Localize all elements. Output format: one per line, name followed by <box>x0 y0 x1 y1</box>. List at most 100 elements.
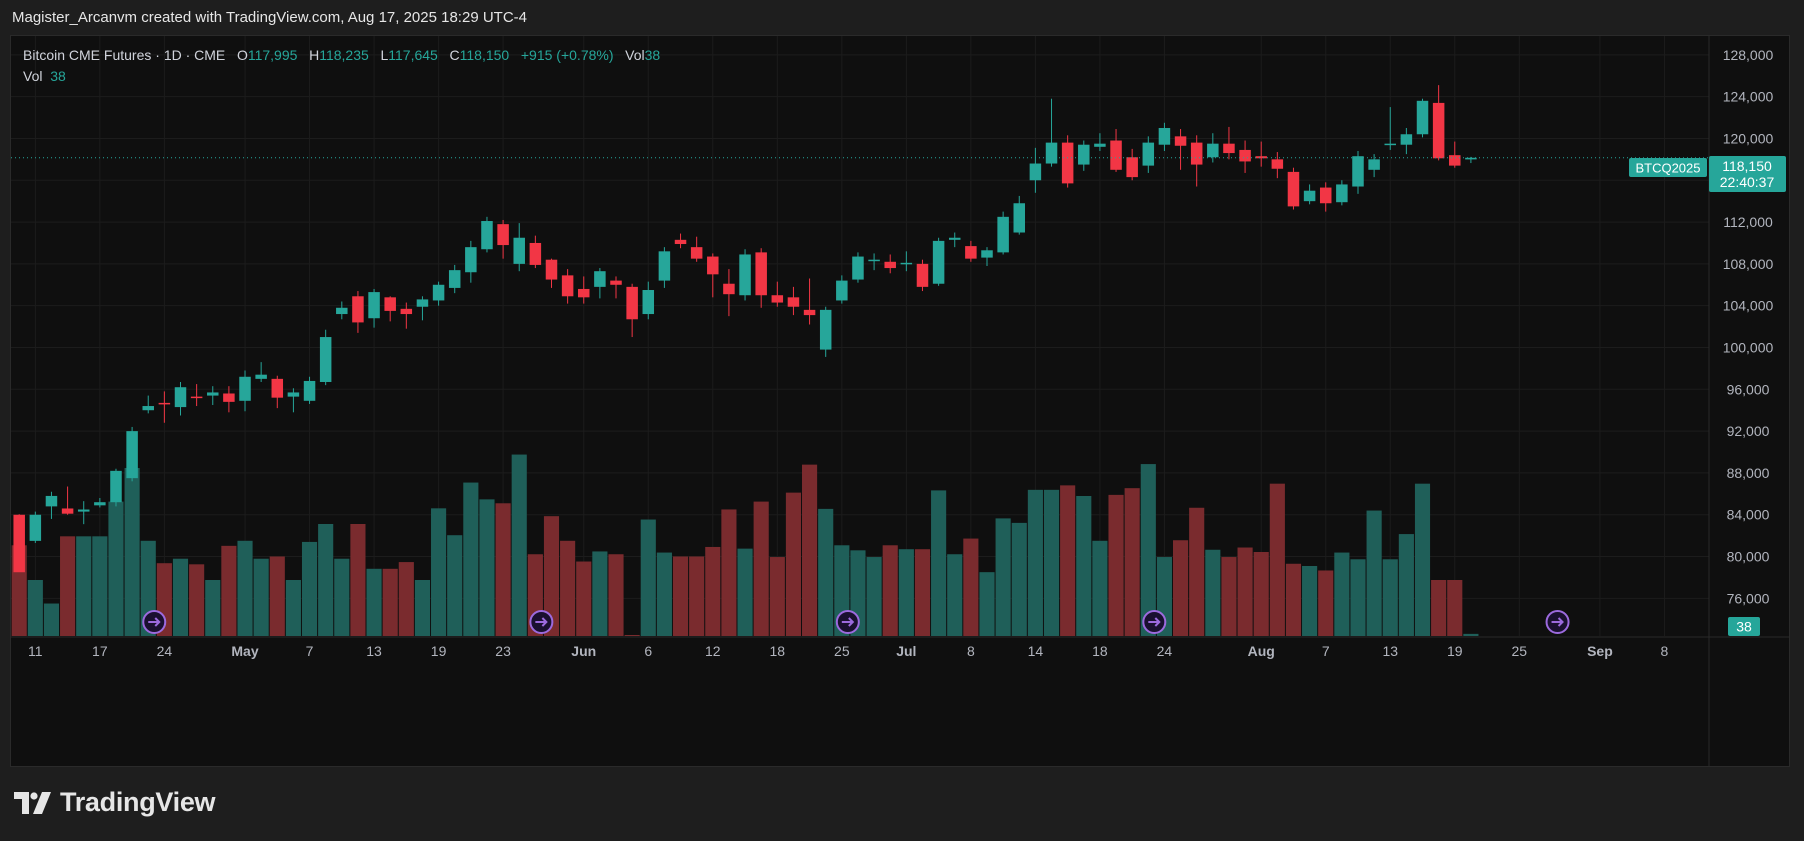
price-tick-label: 100,000 <box>1723 339 1774 355</box>
volume-value: 38 <box>644 47 661 63</box>
price-tick-label: 96,000 <box>1727 381 1770 397</box>
candle-body <box>1094 143 1106 147</box>
event-marker-icon[interactable] <box>1142 610 1167 634</box>
volume-bar <box>592 551 608 636</box>
time-tick-label: 12 <box>705 643 721 659</box>
candle-body <box>94 502 106 506</box>
candle-body <box>1465 157 1477 160</box>
candle-body <box>771 295 784 303</box>
candlestick-chart[interactable]: 128,000124,000120,000116,000112,000108,0… <box>11 36 1789 766</box>
close-label: C <box>449 47 460 63</box>
event-marker-icon[interactable] <box>835 610 860 634</box>
volume-bar <box>560 540 576 636</box>
price-tick-label: 104,000 <box>1723 298 1774 314</box>
volume-bar <box>1350 559 1366 636</box>
candle-body <box>997 216 1009 253</box>
candle-body <box>529 242 542 265</box>
time-tick-label: 24 <box>157 643 173 659</box>
time-tick-label: 13 <box>1382 643 1398 659</box>
candle-body <box>110 470 122 503</box>
volume-bar <box>269 556 285 636</box>
chart-panel[interactable]: 128,000124,000120,000116,000112,000108,0… <box>10 35 1790 767</box>
time-tick-label: 8 <box>967 643 975 659</box>
candle-body <box>352 296 364 323</box>
open-value: 117,995 <box>247 47 298 63</box>
brand-name: TradingView <box>60 787 216 817</box>
time-tick-label: 7 <box>306 643 314 659</box>
volume-label: Vol <box>625 47 645 63</box>
time-tick-label: Sep <box>1587 643 1613 659</box>
candle-body <box>1271 159 1284 169</box>
time-tick-label: 19 <box>1447 643 1463 659</box>
volume-bar <box>1221 557 1237 636</box>
time-tick-label: 18 <box>1092 643 1108 659</box>
volume-bar <box>1172 540 1189 636</box>
candle-body <box>1352 156 1364 187</box>
candle-body <box>1174 136 1187 146</box>
volume-bar <box>914 549 931 636</box>
volume-bar <box>818 508 834 636</box>
high-label: H <box>309 47 320 63</box>
volume-bar <box>1447 580 1463 636</box>
candle-body <box>368 292 380 319</box>
candle-body <box>836 280 848 301</box>
event-marker-icon[interactable] <box>529 610 554 634</box>
high-value: 118,235 <box>319 47 369 63</box>
candle-body <box>1416 100 1429 135</box>
low-value: 117,645 <box>388 47 438 63</box>
volume-bar <box>1043 489 1060 636</box>
candle-body <box>1400 134 1413 145</box>
candle-body <box>303 380 316 401</box>
volume-bar <box>1011 522 1027 636</box>
candle-body <box>400 308 413 315</box>
volume-bar <box>1076 496 1092 636</box>
time-tick-label: 7 <box>1322 643 1330 659</box>
candle-body <box>658 251 671 281</box>
candle-body <box>610 280 622 285</box>
volume-bar <box>1269 483 1285 636</box>
candle-body <box>158 402 171 405</box>
time-axis[interactable]: 11 17 24 May 7 13 19 23 Jun 6 12 18 25 Jul 8 14 18 24 Aug 7… <box>28 643 1669 659</box>
close-value: 118,150 <box>459 47 510 63</box>
price-tick-label: 80,000 <box>1727 549 1770 565</box>
candle-body <box>1061 142 1074 184</box>
candle-body <box>868 259 880 262</box>
candle-body <box>707 256 719 275</box>
candle-body <box>803 309 816 316</box>
candle-body <box>1013 203 1026 233</box>
volume-bar <box>92 536 108 636</box>
volume-bar <box>963 538 979 636</box>
chart-credit: Magister_Arcanvm created with TradingVie… <box>12 9 527 26</box>
candle-body <box>1239 149 1251 162</box>
volume-bar <box>511 454 527 636</box>
candle-body <box>255 374 267 379</box>
candle-body <box>190 396 203 399</box>
ohlc-row: Bitcoin CME Futures · 1D · CME O117,995 … <box>23 45 660 66</box>
volume-bar <box>1237 547 1253 636</box>
time-tick-label: 25 <box>834 643 850 659</box>
event-marker-icon[interactable] <box>1545 610 1570 634</box>
volume-bar <box>1398 534 1414 636</box>
volume-bar <box>253 558 269 636</box>
candle-body <box>448 270 461 288</box>
candle-body <box>1142 142 1155 166</box>
event-marker-icon[interactable] <box>142 610 167 634</box>
candle-body <box>626 286 638 320</box>
candle-body <box>45 495 58 507</box>
price-tick-label: 120,000 <box>1723 130 1774 146</box>
volume-tag: 38 <box>1736 619 1752 635</box>
tradingview-logo[interactable]: TradingView <box>14 787 216 818</box>
volume-bar <box>350 524 366 636</box>
candle-body <box>1303 190 1316 202</box>
candle-body <box>13 514 25 573</box>
price-axis[interactable]: 128,000124,000120,000116,000112,000108,0… <box>1723 47 1774 607</box>
candle-body <box>739 254 751 296</box>
time-tick-label: 14 <box>1028 643 1044 659</box>
volume-bar <box>43 603 60 636</box>
candle-body <box>900 262 913 265</box>
volume-bar <box>108 501 124 636</box>
volume-bar <box>237 540 253 636</box>
candle-body <box>1126 157 1138 178</box>
candle-body <box>642 290 655 315</box>
volume-bar <box>1366 510 1382 636</box>
